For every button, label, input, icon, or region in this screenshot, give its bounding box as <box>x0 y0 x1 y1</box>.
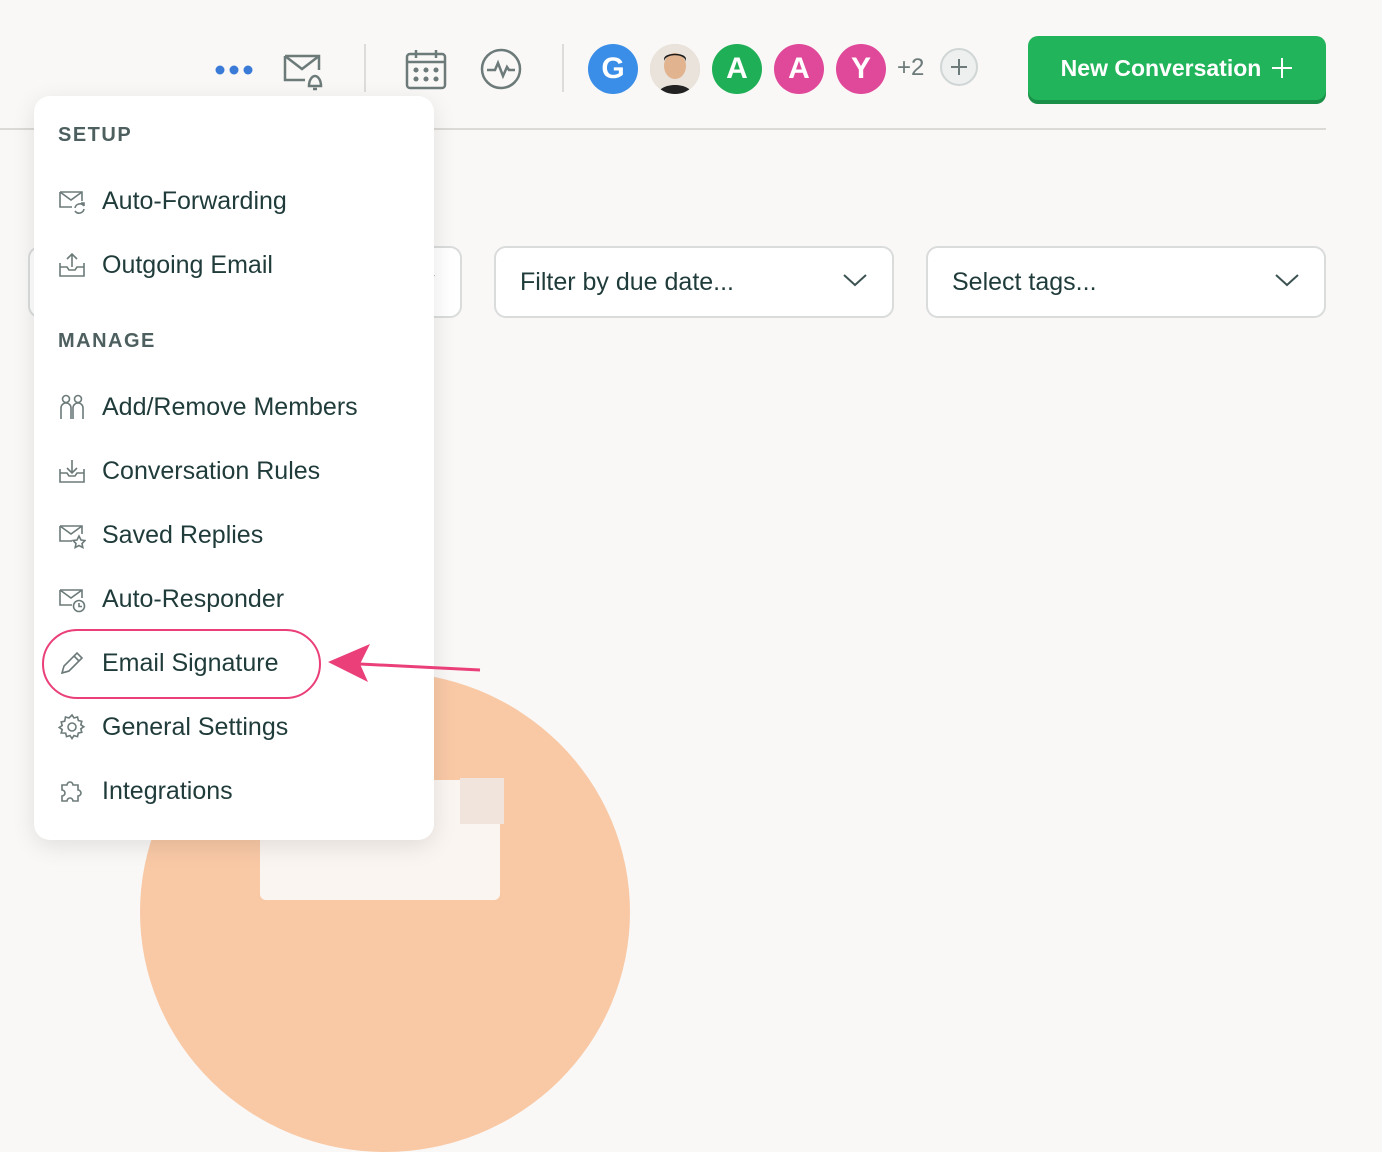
toolbar-separator <box>364 44 366 92</box>
puzzle-icon <box>58 777 86 805</box>
section-label-setup: SETUP <box>58 124 133 146</box>
extra-members-count[interactable]: +2 <box>897 54 924 82</box>
section-label-manage: MANAGE <box>58 330 156 352</box>
plus-icon <box>951 59 967 75</box>
mail-clock-icon <box>58 585 86 613</box>
mail-forward-icon <box>58 187 86 215</box>
settings-dropdown-menu: SETUP Auto-Forwarding Outgoing Email MAN… <box>34 96 434 840</box>
new-conversation-button[interactable]: New Conversation <box>1028 36 1326 100</box>
mail-bell-icon <box>283 54 323 91</box>
chevron-down-icon <box>843 274 867 287</box>
members-icon <box>58 393 86 421</box>
more-options-button[interactable] <box>212 56 256 84</box>
menu-item-label: Conversation Rules <box>102 456 321 485</box>
avatar[interactable]: Y <box>836 44 886 94</box>
calendar-button[interactable] <box>402 46 450 92</box>
menu-item-auto-forwarding[interactable]: Auto-Forwarding <box>58 179 287 223</box>
menu-item-conversation-rules[interactable]: Conversation Rules <box>58 449 320 493</box>
illustration-paper-fold <box>460 778 504 824</box>
chevron-down-icon <box>1275 274 1299 287</box>
due-date-filter-label: Filter by due date... <box>520 267 735 296</box>
inbox-rules-icon <box>58 457 86 485</box>
mail-star-icon <box>58 521 86 549</box>
menu-item-auto-responder[interactable]: Auto-Responder <box>58 577 284 621</box>
dots-icon <box>215 65 253 75</box>
tags-filter-label: Select tags... <box>952 267 1097 296</box>
gear-icon <box>58 713 86 741</box>
outbox-icon <box>58 251 86 279</box>
menu-item-label: Auto-Forwarding <box>102 186 287 215</box>
menu-item-general-settings[interactable]: General Settings <box>58 705 288 749</box>
activity-button[interactable] <box>477 46 525 92</box>
mail-notifications-button[interactable] <box>278 46 328 94</box>
menu-item-add-remove-members[interactable]: Add/Remove Members <box>58 385 358 429</box>
new-conversation-label: New Conversation <box>1060 54 1262 81</box>
highlight-ring <box>42 629 321 699</box>
activity-icon <box>480 48 522 90</box>
avatar[interactable]: A <box>774 44 824 94</box>
avatar[interactable]: A <box>712 44 762 94</box>
avatar[interactable]: G <box>588 44 638 94</box>
calendar-icon <box>405 50 447 90</box>
menu-item-outgoing-email[interactable]: Outgoing Email <box>58 243 273 287</box>
person-photo-icon <box>650 44 700 94</box>
tags-filter[interactable]: Select tags... <box>926 246 1326 318</box>
menu-item-label: Saved Replies <box>102 520 264 549</box>
add-member-button[interactable] <box>940 48 978 86</box>
menu-item-label: Add/Remove Members <box>102 392 358 421</box>
menu-item-label: Integrations <box>102 776 233 805</box>
menu-item-label: Auto-Responder <box>102 584 285 613</box>
menu-item-saved-replies[interactable]: Saved Replies <box>58 513 263 557</box>
toolbar-separator <box>562 44 564 92</box>
menu-item-label: Outgoing Email <box>102 250 273 279</box>
menu-item-label: General Settings <box>102 712 289 741</box>
plus-icon <box>1272 58 1293 78</box>
pointer-arrow-icon <box>328 644 481 682</box>
due-date-filter[interactable]: Filter by due date... <box>494 246 894 318</box>
menu-item-integrations[interactable]: Integrations <box>58 769 233 813</box>
avatar-photo[interactable] <box>650 44 700 94</box>
